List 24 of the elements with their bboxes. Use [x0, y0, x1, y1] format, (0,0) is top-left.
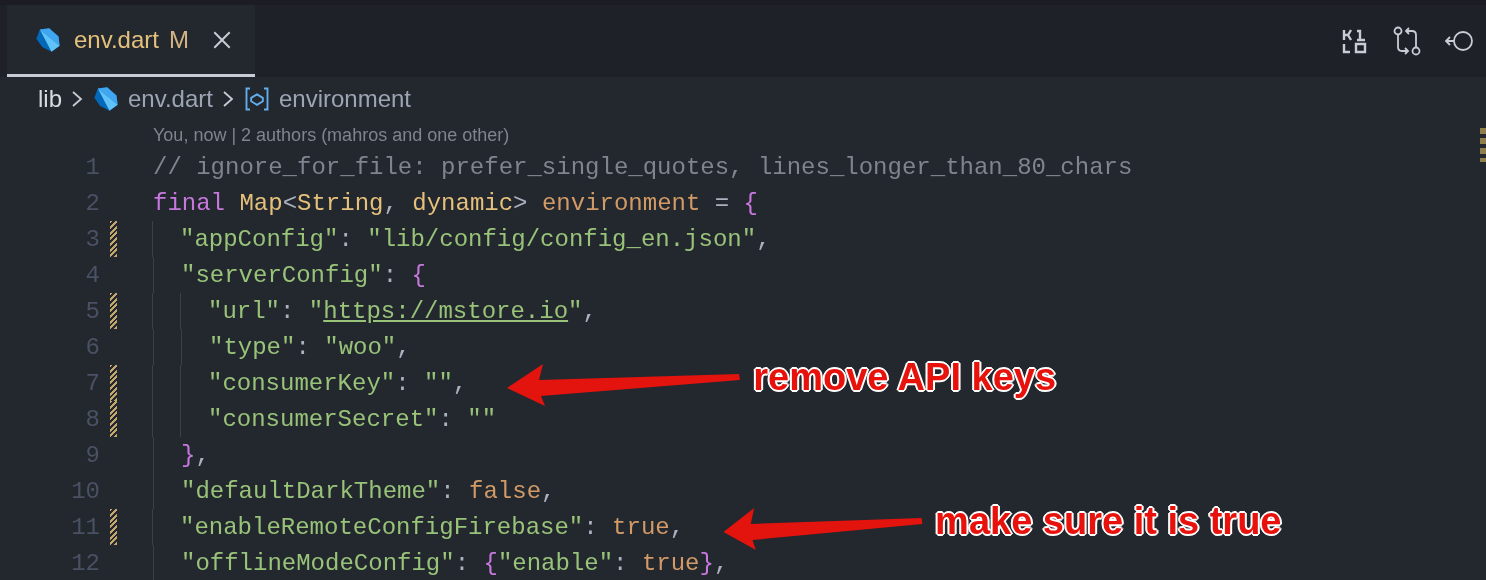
code-line: "consumerSecret": "" — [208, 405, 497, 433]
code-line: "enableRemoteConfigFirebase": true, — [180, 513, 685, 541]
code-line: "defaultDarkTheme": false, — [181, 477, 556, 505]
code-line: "type": "woo", — [209, 333, 411, 361]
breadcrumb-item[interactable]: environment — [278, 85, 412, 113]
code-line: "offlineModeConfig": {"enable": true}, — [181, 549, 729, 577]
code-line: "consumerKey": "", — [208, 369, 468, 397]
annotation-text: remove API keys — [753, 355, 1057, 399]
breadcrumb-item[interactable]: lib — [38, 85, 62, 113]
link[interactable]: https://mstore.io — [323, 297, 569, 325]
code-line: "url": "https://mstore.io", — [208, 297, 597, 325]
code-line: // ignore_for_file: prefer_single_quotes, lines_longer_than_80_chars — [153, 153, 1133, 181]
compare-changes-icon[interactable] — [1392, 26, 1422, 56]
dart-logo-icon — [34, 25, 62, 54]
chevron-icon — [70, 89, 84, 109]
code-line: "serverConfig": { — [181, 261, 426, 289]
blame-annotation: You, now | 2 authors (mahros and one other) — [153, 124, 510, 146]
code-line: final Map<String, dynamic> environment = { — [153, 189, 758, 217]
code-line: }, — [181, 441, 210, 469]
annotation-text: make sure it is true — [935, 499, 1282, 543]
code-line: "appConfig": "lib/config/config_en.json", — [180, 225, 771, 253]
dart-logo-icon — [92, 85, 120, 113]
breadcrumb-item[interactable]: env.dart — [128, 85, 213, 113]
editor-tab[interactable]: env.dart M — [7, 5, 255, 77]
